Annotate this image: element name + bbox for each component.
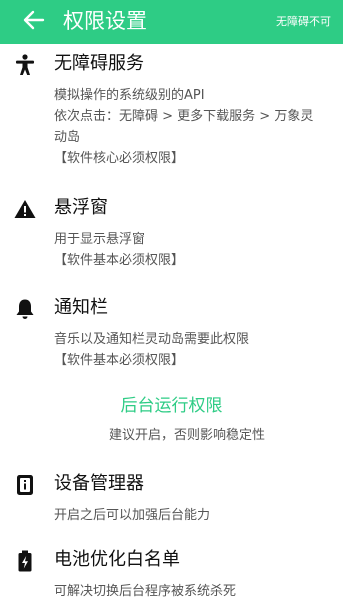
permission-item-battery-optimization[interactable]: 电池优化白名单 可解决切换后台程序被系统杀死 (0, 548, 343, 602)
permission-title: 悬浮窗 (54, 197, 108, 218)
background-section-title: 后台运行权限 (120, 396, 223, 416)
permission-requirement-note: 【软件核心必须权限】 (54, 151, 185, 166)
permission-description: 模拟操作的系统级别的API (54, 88, 205, 103)
permission-requirement-note: 【软件基本必须权限】 (54, 353, 185, 368)
permission-description: 音乐以及通知栏灵动岛需要此权限 (54, 332, 250, 347)
warning-triangle-icon (14, 198, 36, 220)
permission-title: 设备管理器 (54, 473, 144, 494)
permission-settings-screen: 权限设置 无障碍不可 无障碍服务 模拟操作的系统级别的API 依次点击：无障碍 … (0, 0, 343, 602)
accessibility-status-label: 无障碍不可 (276, 15, 331, 28)
permission-requirement-note: 【软件基本必须权限】 (54, 253, 185, 268)
device-admin-icon (14, 474, 36, 496)
permission-item-accessibility[interactable]: 无障碍服务 模拟操作的系统级别的API 依次点击：无障碍 > 更多下载服务 > … (0, 52, 343, 180)
permission-title: 通知栏 (54, 297, 108, 318)
battery-icon (14, 550, 36, 572)
permission-title: 无障碍服务 (54, 53, 144, 74)
bell-icon (14, 298, 36, 320)
permission-item-device-admin[interactable]: 设备管理器 开启之后可以加强后台能力 (0, 472, 343, 528)
arrow-left-icon (23, 10, 45, 34)
permission-item-floating-window[interactable]: 悬浮窗 用于显示悬浮窗 【软件基本必须权限】 (0, 196, 343, 276)
permission-description: 用于显示悬浮窗 (54, 232, 146, 247)
permission-list[interactable]: 无障碍服务 模拟操作的系统级别的API 依次点击：无障碍 > 更多下载服务 > … (0, 44, 343, 602)
background-section-subtitle: 建议开启，否则影响稳定性 (108, 428, 265, 443)
permission-title: 电池优化白名单 (54, 549, 180, 570)
accessibility-person-icon (14, 54, 36, 76)
permission-description: 可解决切换后台程序被系统杀死 (54, 584, 237, 599)
permission-description: 依次点击：无障碍 > 更多下载服务 > 万象灵 (54, 109, 314, 124)
back-button[interactable] (18, 8, 50, 36)
permission-item-notification[interactable]: 通知栏 音乐以及通知栏灵动岛需要此权限 【软件基本必须权限】 (0, 296, 343, 376)
permission-description: 动岛 (54, 130, 81, 145)
permission-description: 开启之后可以加强后台能力 (54, 508, 211, 523)
top-app-bar: 权限设置 无障碍不可 (0, 0, 343, 44)
page-title: 权限设置 (63, 9, 147, 33)
